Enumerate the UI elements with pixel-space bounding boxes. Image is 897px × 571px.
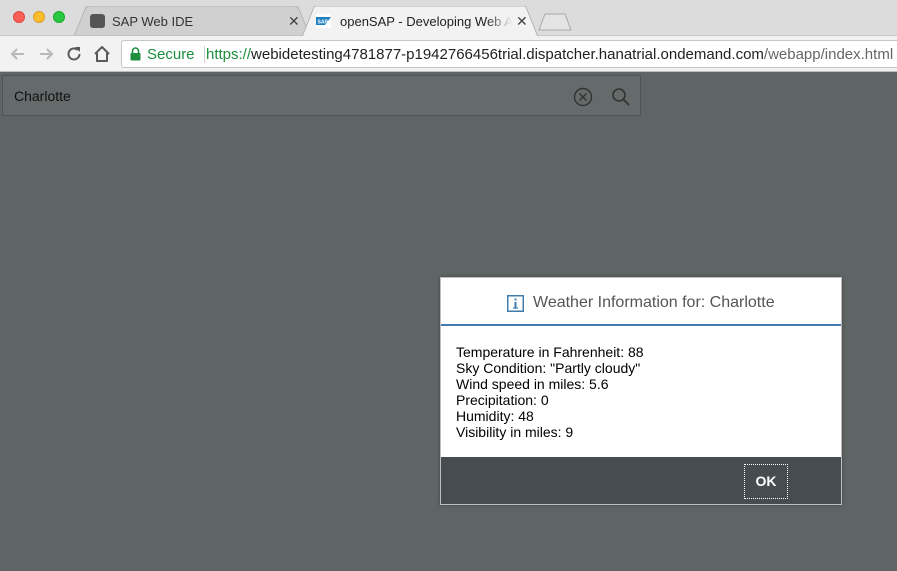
precipitation-text: Precipitation: 0 bbox=[456, 392, 549, 408]
search-input[interactable]: Charlotte bbox=[14, 88, 71, 104]
sap-logo-icon: SAP bbox=[316, 14, 331, 28]
url-text: https://webidetesting4781877-p1942766456… bbox=[206, 46, 893, 63]
tab-title: openSAP - Developing Web Apps with SAPUI… bbox=[340, 14, 512, 29]
city-search-field[interactable]: Charlotte bbox=[2, 75, 641, 116]
wind-speed-text: Wind speed in miles: 5.6 bbox=[456, 376, 609, 392]
humidity-text: Humidity: 48 bbox=[456, 408, 534, 424]
dialog-header: Weather Information for: Charlotte bbox=[441, 278, 841, 326]
close-tab-icon[interactable]: ✕ bbox=[288, 13, 300, 30]
new-tab-button[interactable] bbox=[538, 13, 572, 31]
window-minimize-button[interactable] bbox=[33, 11, 45, 23]
tab-title: SAP Web IDE bbox=[112, 14, 194, 29]
address-divider bbox=[204, 46, 205, 63]
weather-info-dialog: Weather Information for: Charlotte Tempe… bbox=[440, 277, 842, 505]
visibility-text: Visibility in miles: 9 bbox=[456, 424, 574, 440]
dialog-body: Temperature in Fahrenheit: 88 Sky Condit… bbox=[456, 344, 644, 440]
tab-opensap[interactable]: SAP openSAP - Developing Web Apps with S… bbox=[302, 6, 538, 36]
tab-sap-web-ide[interactable]: SAP Web IDE ✕ bbox=[74, 6, 310, 36]
info-icon bbox=[507, 295, 524, 312]
secure-label: Secure bbox=[147, 46, 195, 63]
lock-icon bbox=[130, 47, 141, 61]
address-bar[interactable]: Secure https://webidetesting4781877-p194… bbox=[121, 40, 897, 68]
svg-text:SAP: SAP bbox=[318, 20, 329, 26]
dialog-footer: OK bbox=[441, 457, 841, 504]
url-path: /webapp/index.html bbox=[763, 46, 894, 63]
ok-button[interactable]: OK bbox=[744, 464, 788, 499]
window-zoom-button[interactable] bbox=[53, 11, 65, 23]
window-close-button[interactable] bbox=[13, 11, 25, 23]
app-content: Charlotte Weather Information for: Charl… bbox=[0, 72, 897, 571]
back-arrow-icon[interactable] bbox=[8, 44, 28, 64]
browser-tab-strip: SAP Web IDE ✕ SAP openSAP - Developing W… bbox=[0, 0, 897, 36]
browser-toolbar: Secure https://webidetesting4781877-p194… bbox=[0, 36, 897, 72]
temperature-text: Temperature in Fahrenheit: 88 bbox=[456, 344, 644, 360]
close-tab-icon[interactable]: ✕ bbox=[516, 13, 528, 30]
url-protocol: https:// bbox=[206, 46, 252, 63]
sky-condition-text: Sky Condition: "Partly cloudy" bbox=[456, 360, 641, 376]
reload-icon[interactable] bbox=[64, 44, 84, 64]
forward-arrow-icon[interactable] bbox=[36, 44, 56, 64]
home-icon[interactable] bbox=[92, 44, 112, 64]
search-icon[interactable] bbox=[610, 86, 632, 108]
clear-icon[interactable] bbox=[572, 86, 594, 108]
dialog-title: Weather Information for: Charlotte bbox=[533, 294, 775, 311]
url-host: webidetesting4781877-p1942766456trial.di… bbox=[251, 46, 764, 63]
sap-web-ide-icon bbox=[90, 14, 105, 28]
